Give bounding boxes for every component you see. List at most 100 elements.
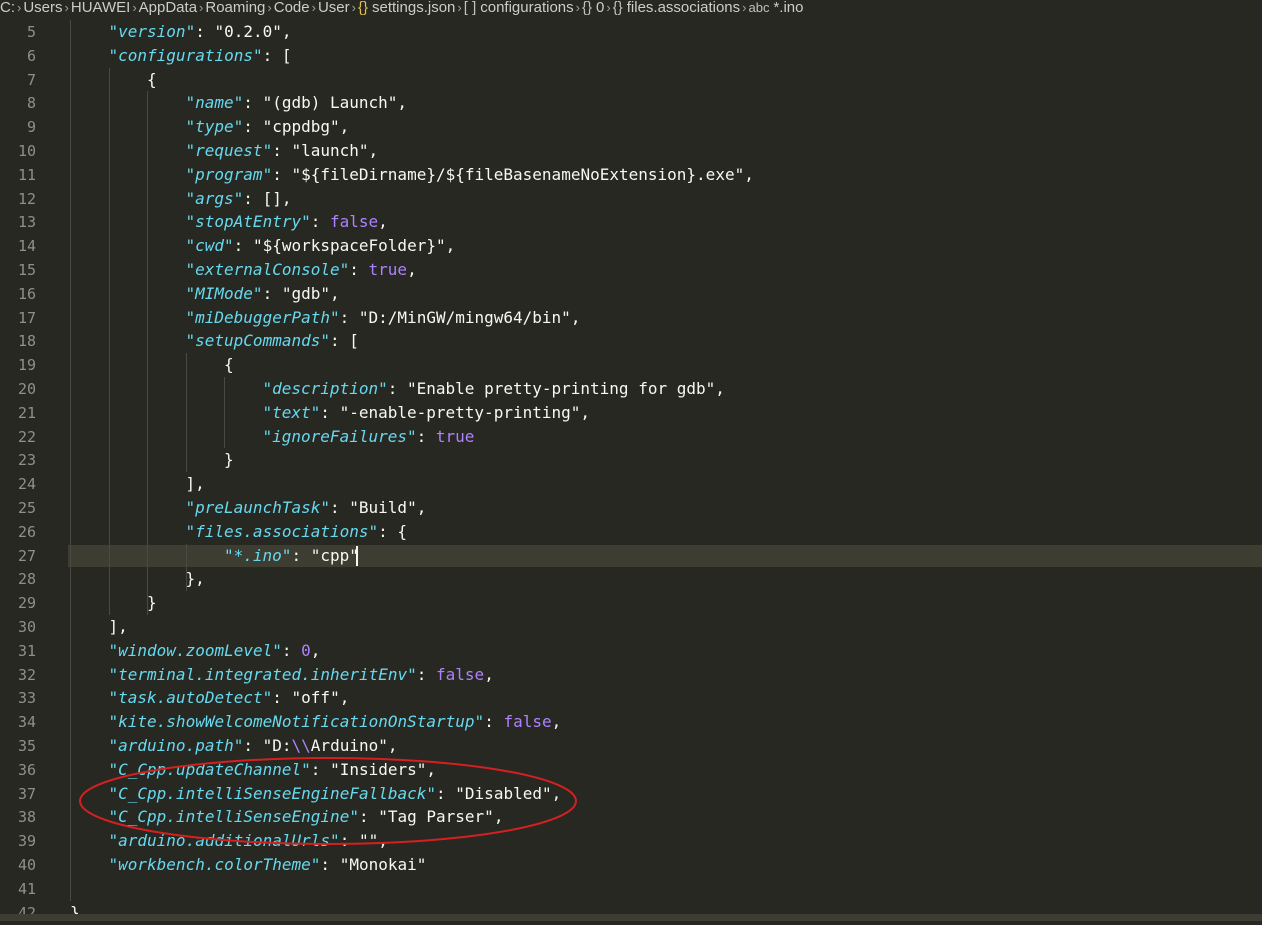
code-line: 34 "kite.showWelcomeNotificationOnStartup… [0,710,1262,734]
code-editor[interactable]: 5 "version": "0.2.0", 6 "configurations": [… [0,20,1262,922]
json-key: "name" [185,93,244,113]
code-text: ], [109,615,128,639]
breadcrumb-item[interactable]: HUAWEI [71,0,130,16]
line-number: 29 [17,594,36,613]
code-text: "kite.showWelcomeNotificationOnStartup":… [109,710,562,734]
json-punctuation: : [], [243,188,292,208]
json-punctuation: , [281,22,292,41]
json-punctuation: , [484,664,494,684]
breadcrumb-item[interactable]: C: [0,0,15,16]
code-text: "text": "-enable-pretty-printing", [263,401,591,425]
line-number: 6 [26,46,36,65]
json-punctuation: : [349,260,369,279]
json-punctuation: : [484,712,504,732]
json-key: "preLaunchTask" [185,498,331,517]
code-text: "C_Cpp.updateChannel": "Insiders", [109,758,437,782]
horizontal-scrollbar[interactable] [0,914,1262,921]
code-line: 25 "preLaunchTask": "Build", [0,496,1262,520]
chevron-right-icon: › [311,0,316,15]
code-line: 41 [0,877,1262,901]
breadcrumb-item[interactable]: Users [23,0,62,16]
breadcrumb-item[interactable]: {} 0 [582,0,604,16]
code-line: 18 "setupCommands": [ [0,329,1262,353]
code-line: 27 "*.ino": "cpp" [0,544,1262,568]
breadcrumb-item[interactable]: {} settings.json [358,0,455,16]
json-punctuation: : [416,664,437,684]
breadcrumb: C: › Users › HUAWEI › AppData › Roaming › Code › Use… [0,0,1262,18]
breadcrumb-label: C: [0,0,15,16]
json-key: "ignoreFailures" [262,426,417,446]
code-text: "args": [], [186,187,292,211]
breadcrumb-item[interactable]: [ ] configurations [464,0,574,16]
code-text: "C_Cpp.intelliSenseEngine": "Tag Parser"… [109,805,504,829]
line-number: 13 [17,213,36,232]
json-key: "configurations" [108,45,263,65]
code-text: "stopAtEntry": false, [186,210,388,234]
code-line: 14 "cwd": "${workspaceFolder}", [0,234,1262,258]
json-punctuation: , [715,379,725,398]
breadcrumb-label: *.ino [773,0,804,16]
json-string: "" [358,831,379,851]
breadcrumb-label: User [317,0,350,16]
code-text: "*.ino": "cpp" [224,544,359,568]
code-line: 31 "window.zoomLevel": 0, [0,639,1262,663]
code-text: } [147,591,157,615]
json-punctuation: : [358,807,379,827]
json-string: "D:/MinGW/mingw64/bin" [358,307,571,327]
line-number: 20 [17,380,36,398]
code-line: 38 "C_Cpp.intelliSenseEngine": "Tag Parse… [0,805,1262,829]
json-punctuation: : [262,283,282,303]
json-key: "files.associations" [185,521,379,541]
json-punctuation: : [378,521,398,541]
code-text: } [224,448,234,472]
json-key: "externalConsole" [185,260,350,279]
json-string: "off" [291,688,340,708]
json-punctuation: } [224,450,234,470]
json-string: "Monokai" [339,855,427,874]
json-key: "C_Cpp.updateChannel" [108,759,311,779]
code-text: "program": "${fileDirname}/${fileBasenam… [186,163,754,187]
line-number: 19 [17,356,36,375]
breadcrumb-item[interactable]: Roaming [205,0,265,16]
json-punctuation: , [551,712,562,732]
code-line: 28}, [0,567,1262,591]
line-number: 36 [17,760,36,779]
json-key: "task.autoDetect" [108,688,273,708]
json-string: "Insiders" [330,759,427,779]
code-line: 35 "arduino.path": "D:\\Arduino", [0,734,1262,758]
json-punctuation: , [378,212,388,232]
json-punctuation: }, [185,569,205,589]
code-text: "externalConsole": true, [186,258,417,282]
line-number: 21 [17,403,36,422]
json-key: "cwd" [185,236,234,256]
json-punctuation: { [224,355,234,375]
json-key: "setupCommands" [185,331,331,351]
json-key: "miDebuggerPath" [185,307,340,327]
breadcrumb-item[interactable]: User [318,0,350,16]
breadcrumb-label: Users [23,0,63,16]
code-line: 26 "files.associations": { [0,520,1262,544]
breadcrumb-item[interactable]: abc *.ino [748,0,803,16]
breadcrumb-item[interactable]: AppData [139,0,197,16]
code-text: "version": "0.2.0", [109,20,292,44]
code-line: 11 "program": "${fileDirname}/${fileBasen… [0,163,1262,187]
json-key: "MIMode" [185,283,263,303]
json-punctuation: : [416,426,436,446]
line-number: 10 [17,142,36,160]
json-punctuation: : [387,379,407,398]
json-punctuation: : [310,759,331,779]
line-number: 8 [26,94,36,113]
line-number: 38 [17,808,36,827]
json-key: "arduino.additionalUrls" [108,831,340,851]
chevron-right-icon: › [457,0,462,15]
code-line: 39 "arduino.additionalUrls": "", [0,829,1262,853]
breadcrumb-item[interactable]: {} files.associations [613,0,740,16]
json-string: "(gdb) Launch" [262,93,398,113]
json-punctuation: , [387,736,398,755]
code-line: 37 "C_Cpp.intelliSenseEngineFallback": "D… [0,782,1262,806]
breadcrumb-item[interactable]: Code [274,0,310,16]
breadcrumb-label: Roaming [205,0,266,16]
json-string: "Disabled" [455,783,552,803]
chevron-right-icon: › [606,0,611,15]
line-number: 14 [17,237,36,256]
